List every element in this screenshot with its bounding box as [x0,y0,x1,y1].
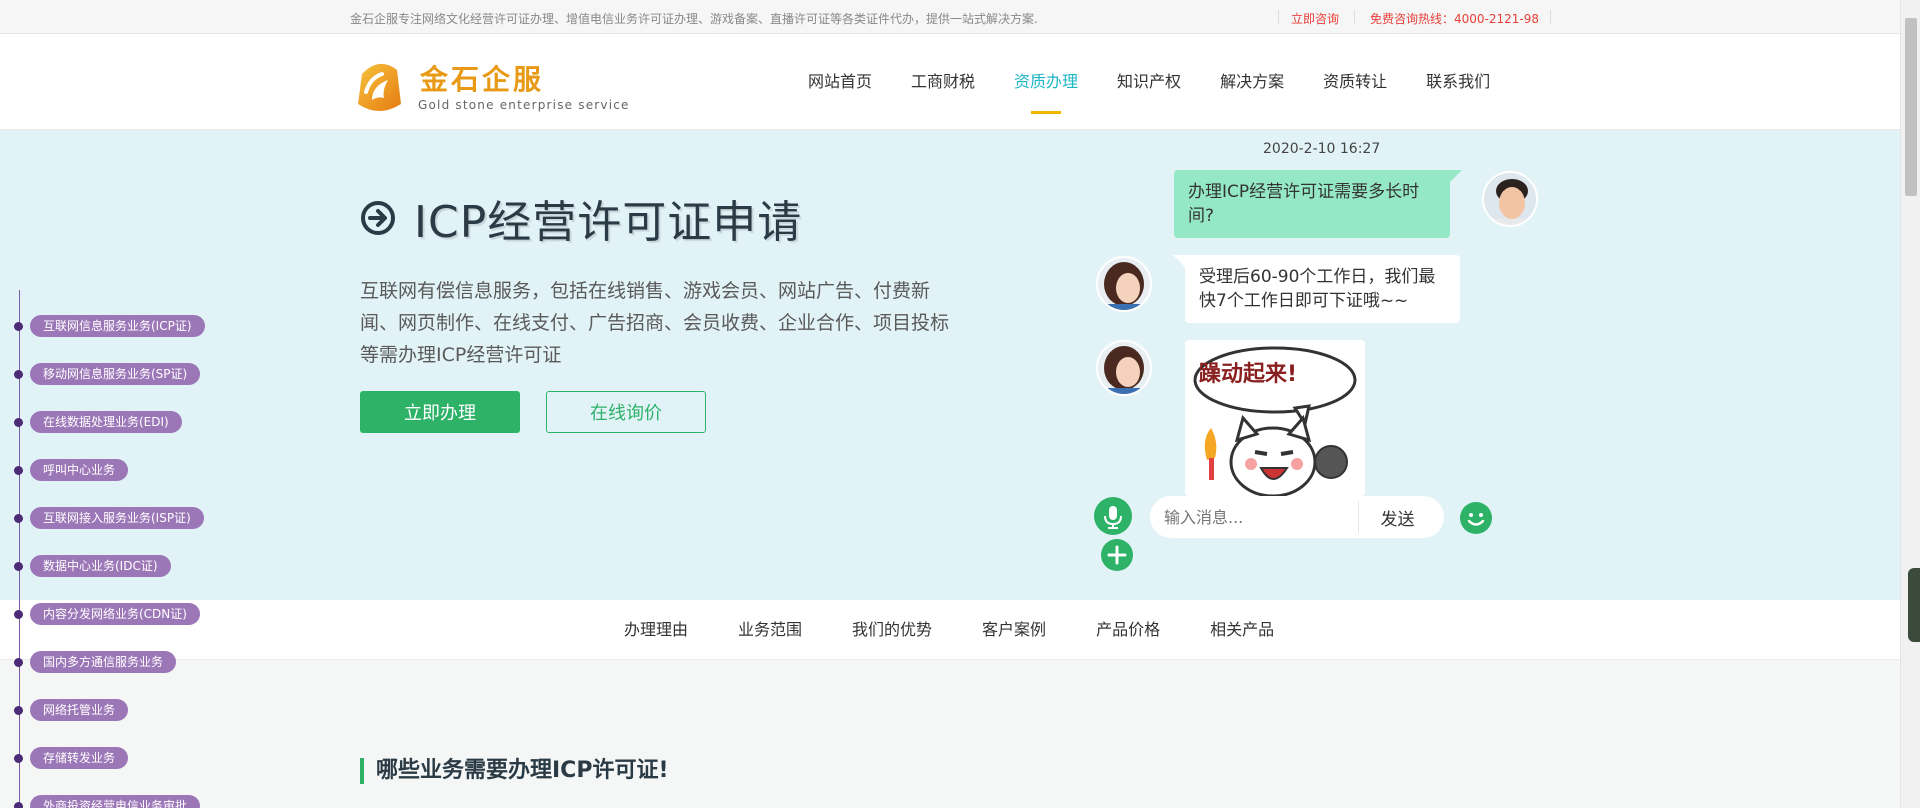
hero-heading: ICP经营许可证申请 [414,197,803,248]
nav-contact[interactable]: 联系我们 [1426,34,1490,130]
online-quote-button[interactable]: 在线询价 [546,391,706,433]
sidebar-item-label: 互联网接入服务业务(ISP证) [30,507,204,529]
nav-home[interactable]: 网站首页 [808,34,872,130]
timeline-dot [14,610,23,619]
main-nav: 网站首页 工商财税 资质办理 知识产权 解决方案 资质转让 联系我们 [808,34,1529,130]
timeline-dot [14,658,23,667]
send-button[interactable]: 发送 [1358,501,1436,533]
chat-input-bar: 发送 [1150,496,1444,538]
hotline-link[interactable]: 免费咨询热线：4000-2121-98 [1370,10,1539,27]
timeline-dot [14,562,23,571]
sidebar-item-label: 互联网信息服务业务(ICP证) [30,315,205,337]
sidebar-item-label: 呼叫中心业务 [30,459,129,481]
chat-message-input[interactable] [1164,504,1344,530]
logo[interactable]: 金石企服 Gold stone enterprise service [352,58,628,116]
agent-avatar [1096,256,1152,312]
divider [1550,10,1551,24]
scrollbar-thumb[interactable] [1905,18,1917,196]
male-avatar-icon [1484,173,1536,225]
subnav-reasons[interactable]: 办理理由 [624,600,688,660]
timeline-dot [14,754,23,763]
nav-solutions[interactable]: 解决方案 [1220,34,1284,130]
plus-icon [1107,545,1127,565]
nav-business-tax[interactable]: 工商财税 [911,34,975,130]
timeline-dot [14,322,23,331]
hero-banner: ICP经营许可证申请 互联网有偿信息服务，包括在线销售、游戏会员、网站广告、付费… [0,130,1900,600]
chat-bubble-answer: 受理后60-90个工作日，我们最快7个工作日即可下证哦~~ [1173,255,1460,323]
vertical-scrollbar[interactable] [1900,0,1920,808]
sidebar-item-label: 外商投资经营电信业务审批 [30,795,201,808]
sidebar-item-label: 存储转发业务 [30,747,129,769]
sticker-text: 躁动起来! [1199,362,1298,387]
smile-icon [1467,513,1485,526]
sidebar-timeline [19,290,20,808]
divider [1354,10,1355,24]
side-widget-tab[interactable] [1908,568,1920,642]
female-avatar-icon [1098,258,1150,310]
site-header: 金石企服 Gold stone enterprise service 网站首页 … [0,34,1900,130]
apply-now-button[interactable]: 立即办理 [360,391,520,433]
add-button[interactable] [1101,539,1133,571]
logo-title: 金石企服 [420,63,545,96]
sidebar-item-label: 数据中心业务(IDC证) [30,555,171,577]
logo-subtitle: Gold stone enterprise service [418,98,630,112]
emoji-button[interactable] [1460,502,1492,534]
voice-button[interactable] [1094,497,1132,535]
timeline-dot [14,514,23,523]
chat-bubble-question: 办理ICP经营许可证需要多长时间? [1174,170,1462,238]
top-intro-text: 金石企服专注网络文化经营许可证办理、增值电信业务许可证办理、游戏备案、直播许可证… [350,12,1038,26]
consult-link[interactable]: 立即咨询 [1291,10,1339,27]
hero-title: ICP经营许可证申请 [360,186,802,250]
subnav-scope[interactable]: 业务范围 [738,600,802,660]
subnav-cases[interactable]: 客户案例 [982,600,1046,660]
timeline-dot [14,418,23,427]
sidebar-item-label: 国内多方通信服务业务 [30,651,177,673]
section-title: 哪些业务需要办理ICP许可证! [360,758,669,784]
sidebar-item-label: 在线数据处理业务(EDI) [30,411,182,433]
hero-description: 互联网有偿信息服务，包括在线销售、游戏会员、网站广告、付费新闻、网页制作、在线支… [360,280,950,366]
sidebar-item-label: 内容分发网络业务(CDN证) [30,603,200,625]
female-avatar-icon [1098,342,1150,394]
timeline-dot [14,706,23,715]
divider [1278,10,1279,24]
arrow-circle-right-icon [361,201,395,235]
nav-ip[interactable]: 知识产权 [1117,34,1181,130]
microphone-icon [1104,506,1122,529]
sidebar-item-label: 移动网信息服务业务(SP证) [30,363,201,385]
chat-timestamp: 2020-2-10 16:27 [1263,141,1381,157]
nav-qualification[interactable]: 资质办理 [1014,34,1078,130]
timeline-dot [14,370,23,379]
gold-stone-logo-icon [358,63,401,111]
agent-avatar [1096,340,1152,396]
sidebar-item-label: 网络托管业务 [30,699,129,721]
sub-nav: 办理理由 业务范围 我们的优势 客户案例 产品价格 相关产品 [0,600,1900,660]
timeline-dot [14,466,23,475]
chat-sticker: 躁动起来! [1185,340,1365,496]
subnav-advantages[interactable]: 我们的优势 [852,600,932,660]
customer-avatar [1482,171,1538,227]
top-info-bar: 金石企服专注网络文化经营许可证办理、增值电信业务许可证办理、游戏备案、直播许可证… [0,0,1900,34]
timeline-dot [14,802,23,808]
subnav-pricing[interactable]: 产品价格 [1096,600,1160,660]
subnav-related[interactable]: 相关产品 [1210,600,1274,660]
nav-transfer[interactable]: 资质转让 [1323,34,1387,130]
